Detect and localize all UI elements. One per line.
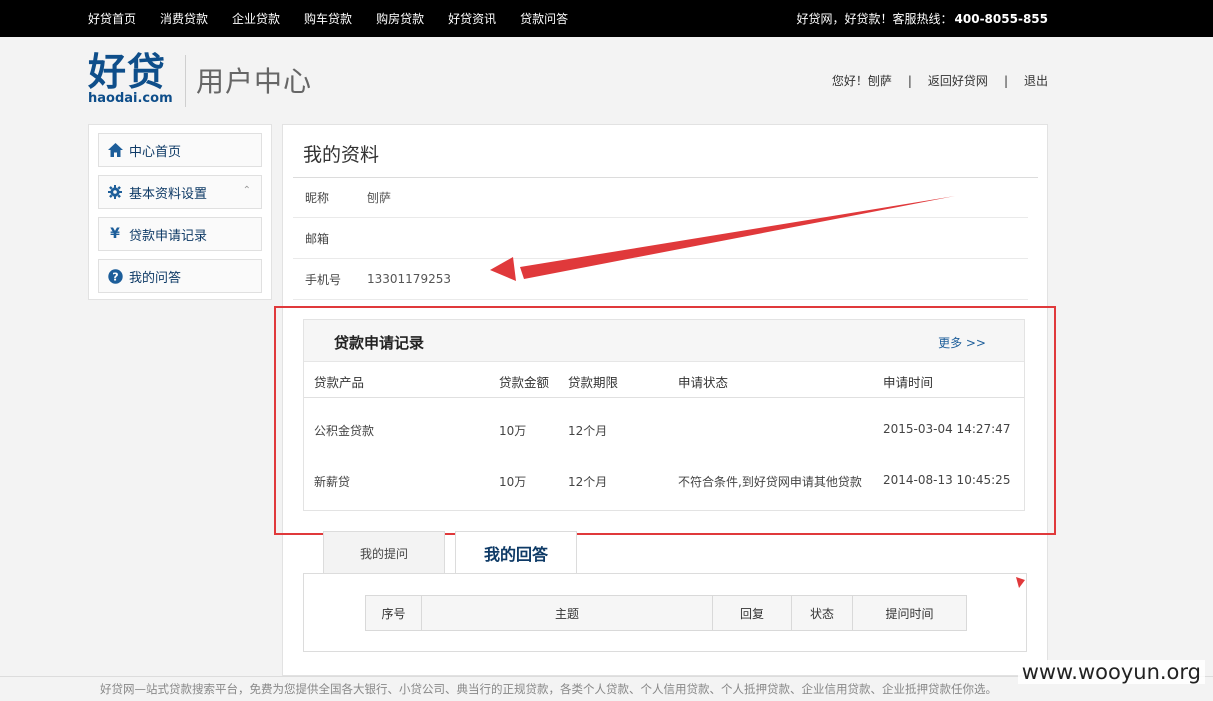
separator: | <box>907 73 912 88</box>
hotline-number: 400-8055-855 <box>954 11 1048 26</box>
profile-value: 刨萨 <box>367 190 392 205</box>
return-home-link[interactable]: 返回好贷网 <box>928 72 988 89</box>
sidebar-item-home[interactable]: 中心首页 <box>98 133 262 167</box>
nav-car-loan[interactable]: 购车贷款 <box>304 10 352 27</box>
sidebar-item-label: 贷款申请记录 <box>129 228 208 244</box>
column-header: 序号 <box>366 596 422 630</box>
profile-row-email: 邮箱 <box>293 218 1028 259</box>
slogan: 好贷网，好贷款！客服热线： <box>796 12 953 26</box>
sidebar-item-loan-records[interactable]: ¥ 贷款申请记录 <box>98 217 262 251</box>
profile-label: 昵称 <box>305 190 330 205</box>
sidebar-item-label: 中心首页 <box>129 144 182 160</box>
logo-divider <box>185 55 186 107</box>
svg-text:?: ? <box>112 270 118 283</box>
sidebar-item-my-qa[interactable]: ? 我的问答 <box>98 259 262 293</box>
separator: | <box>1003 73 1008 88</box>
profile-title: 我的资料 <box>303 144 380 166</box>
column-header: 状态 <box>792 596 853 630</box>
column-header: 回复 <box>713 596 792 630</box>
profile-label: 邮箱 <box>305 231 330 246</box>
page-title: 用户中心 <box>196 65 313 98</box>
profile-value: 13301179253 <box>367 272 451 286</box>
qa-table-header: 序号 主题 回复 状态 提问时间 <box>365 595 967 631</box>
user-links: 您好！刨萨 | 返回好贷网 | 退出 <box>832 72 1048 89</box>
logo-text: 好贷 <box>88 50 167 94</box>
nav-home[interactable]: 好贷首页 <box>88 10 136 27</box>
gear-icon <box>107 184 123 200</box>
profile-row-nickname: 昵称 刨萨 <box>293 177 1028 218</box>
footer-text: 好贷网—站式贷款搜索平台，免费为您提供全国各大银行、小贷公司、典当行的正规贷款，… <box>100 682 997 696</box>
annotation-box <box>274 306 1056 535</box>
nav-qa[interactable]: 贷款问答 <box>520 10 568 27</box>
logout-link[interactable]: 退出 <box>1024 72 1048 89</box>
profile-label: 手机号 <box>305 272 342 287</box>
nav-business-loan[interactable]: 企业贷款 <box>232 10 280 27</box>
question-icon: ? <box>107 268 123 284</box>
sidebar-item-label: 基本资料设置 <box>129 186 208 202</box>
chevron-up-icon[interactable]: ⌃ <box>243 185 251 196</box>
greeting: 您好！刨萨 <box>831 74 892 88</box>
site-logo[interactable]: 好贷 haodai.com <box>88 52 178 108</box>
yen-icon: ¥ <box>110 226 120 242</box>
sidebar-item-profile-settings[interactable]: 基本资料设置 ⌃ <box>98 175 262 209</box>
tab-my-answers[interactable]: 我的回答 <box>455 531 577 574</box>
nav-house-loan[interactable]: 购房贷款 <box>376 10 424 27</box>
qa-panel: 序号 主题 回复 状态 提问时间 <box>303 573 1027 652</box>
watermark: www.wooyun.org <box>1017 660 1205 684</box>
top-hotline: 好贷网，好贷款！客服热线： 400-8055-855 <box>797 0 1048 37</box>
sidebar-item-label: 我的问答 <box>129 270 182 286</box>
profile-row-phone: 手机号 13301179253 <box>293 259 1028 300</box>
column-header: 主题 <box>422 596 713 630</box>
tab-my-questions[interactable]: 我的提问 <box>323 531 445 574</box>
top-nav: 好贷首页 消费贷款 企业贷款 购车贷款 购房贷款 好贷资讯 贷款问答 <box>88 0 592 37</box>
logo-domain: haodai.com <box>88 91 173 106</box>
nav-consumer-loan[interactable]: 消费贷款 <box>160 10 208 27</box>
sidebar: 中心首页 基本资料设置 ⌃ ¥ 贷款申请记录 ? 我的问答 <box>88 124 272 300</box>
nav-news[interactable]: 好贷资讯 <box>448 10 496 27</box>
column-header: 提问时间 <box>885 606 934 621</box>
home-icon <box>107 142 123 158</box>
